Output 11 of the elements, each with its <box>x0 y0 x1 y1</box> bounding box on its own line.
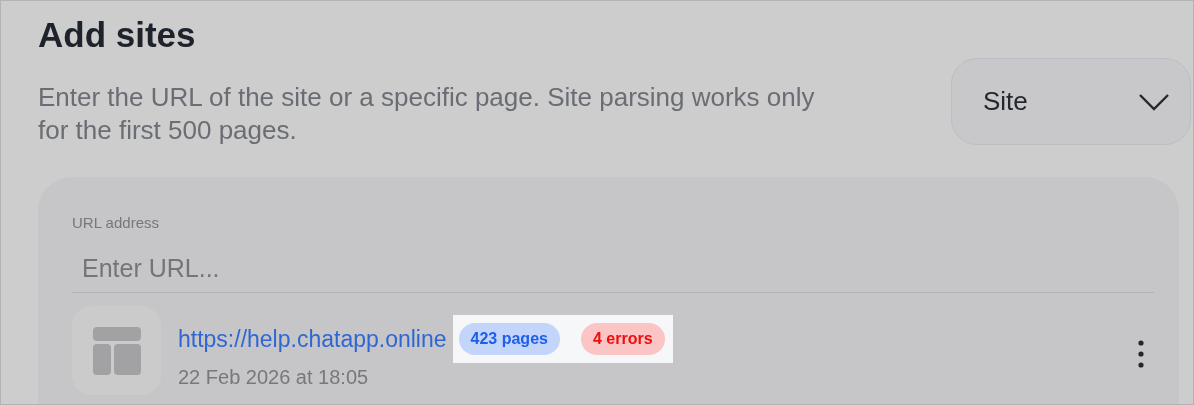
url-input-field[interactable]: Enter URL... <box>72 245 1154 293</box>
description: Enter the URL of the site or a specific page. Site parsing works only for the first 500 pages. <box>38 81 816 147</box>
pages-badge: 423 pages <box>458 323 560 355</box>
type-dropdown[interactable]: Site <box>951 58 1191 145</box>
errors-badge: 4 errors <box>580 323 665 355</box>
chevron-down-icon <box>1138 92 1170 111</box>
field-label: URL address <box>72 213 159 233</box>
site-date: 22 Feb 2026 at 18:05 <box>178 365 369 390</box>
site-icon <box>72 306 161 395</box>
more-options-icon[interactable] <box>1138 340 1144 368</box>
page-title: Add sites <box>38 15 196 55</box>
